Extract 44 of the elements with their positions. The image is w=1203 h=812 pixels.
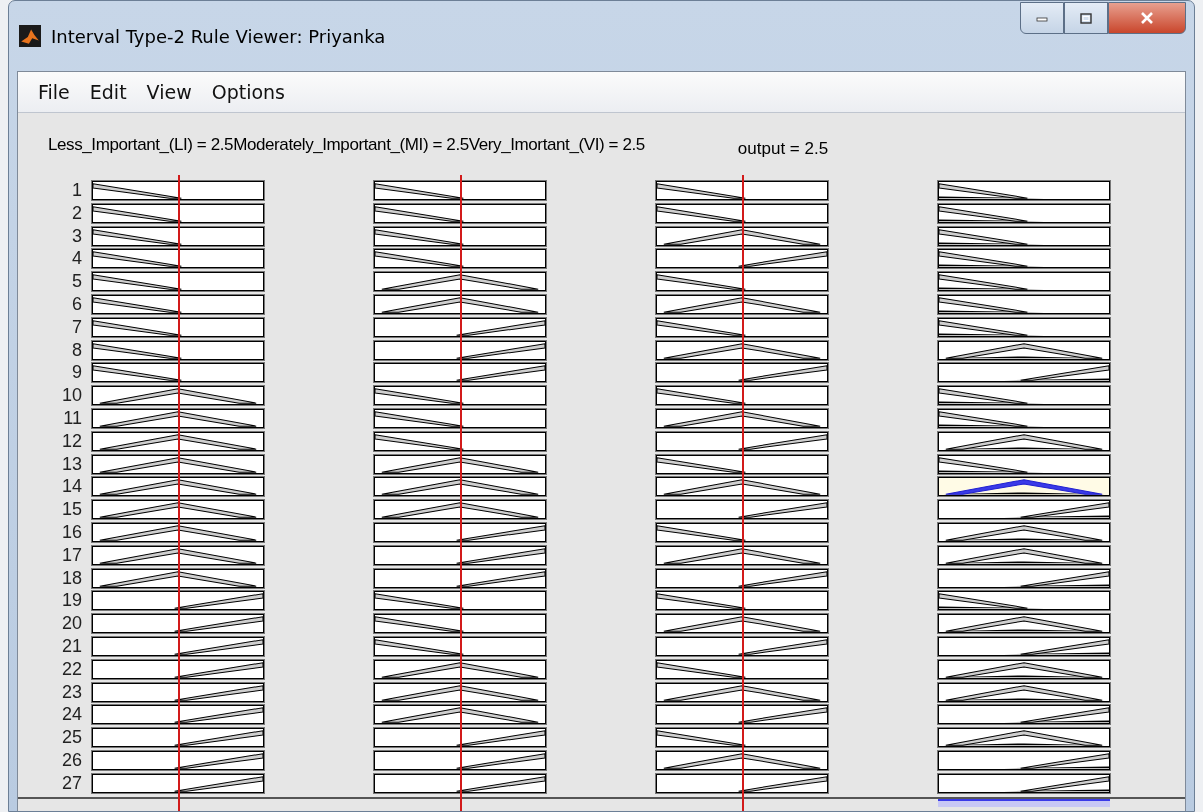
- rule-number: 10: [61, 384, 82, 407]
- input-value-line[interactable]: [742, 175, 744, 811]
- rule-number: 16: [61, 520, 82, 544]
- minimize-button[interactable]: [1020, 2, 1064, 34]
- minimize-icon: [1036, 14, 1048, 22]
- rule-number: 17: [61, 543, 82, 567]
- app-icon: [19, 25, 41, 47]
- menu-item[interactable]: View: [146, 79, 192, 105]
- input-values-label: Less_Important_(LI) = 2.5Moderately_Important_(MI) = 2.5Very_Imortant_(VI) = 2.5: [48, 135, 645, 155]
- menu-item[interactable]: Edit: [89, 79, 127, 105]
- rule-number: 11: [63, 406, 82, 430]
- maximize-icon: [1080, 12, 1092, 24]
- rule-number: 20: [61, 612, 82, 635]
- rule-number: 27: [61, 771, 82, 795]
- close-icon: [1140, 12, 1154, 24]
- rule-number: 13: [61, 452, 82, 476]
- rule-number: 15: [61, 498, 82, 521]
- window-title: Interval Type-2 Rule Viewer: Priyanka: [51, 25, 386, 47]
- rule-number: 5: [72, 270, 82, 293]
- rule-number: 2: [72, 201, 82, 225]
- rule-number: 12: [61, 429, 82, 453]
- rule-number: 22: [61, 657, 82, 681]
- rule-number: 23: [61, 680, 82, 704]
- menu-item[interactable]: Options: [211, 79, 285, 105]
- rule-number: 24: [61, 703, 82, 727]
- rule-number: 1: [72, 179, 82, 202]
- maximize-button[interactable]: [1064, 2, 1108, 34]
- rule-number: 21: [61, 634, 82, 658]
- rule-number: 26: [61, 748, 82, 772]
- output-value-label: output = 2.5: [737, 139, 829, 159]
- rule-number: 3: [72, 224, 82, 248]
- close-button[interactable]: [1108, 2, 1186, 34]
- input-value-line[interactable]: [178, 175, 180, 811]
- rule-number: 6: [72, 293, 82, 316]
- menu-item[interactable]: File: [38, 79, 70, 105]
- rule-number: 7: [72, 315, 82, 339]
- rule-number: 25: [61, 726, 82, 749]
- rule-number: 9: [72, 361, 82, 385]
- rule-number: 19: [61, 589, 82, 613]
- rule-number: 18: [61, 566, 82, 590]
- rule-number: 4: [72, 247, 82, 271]
- rule-number: 14: [61, 475, 82, 499]
- input-value-line[interactable]: [460, 175, 462, 811]
- rule-number: 8: [72, 338, 82, 362]
